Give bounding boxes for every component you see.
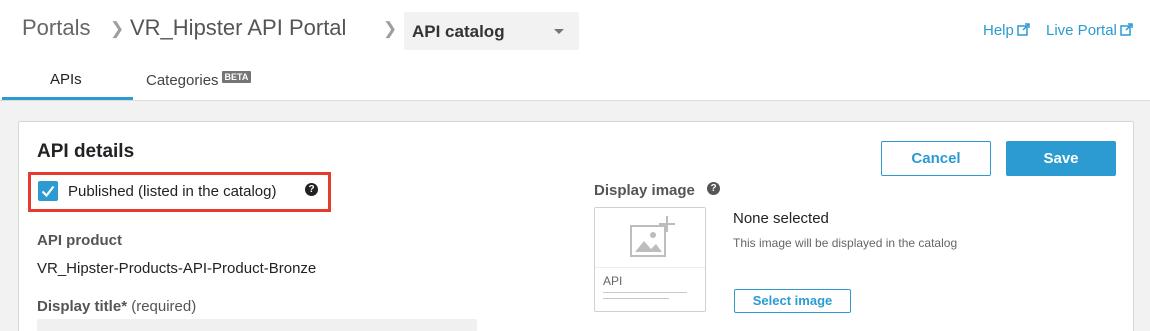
thumbnail-line [603, 292, 687, 293]
card-title: API details [37, 141, 135, 162]
external-link-icon [1120, 23, 1133, 36]
help-link-label: Help [983, 22, 1014, 39]
checkmark-icon [41, 185, 55, 198]
display-title-label: Display title* (required) [37, 298, 196, 315]
breadcrumb-portal-name[interactable]: VR_Hipster API Portal [130, 15, 346, 41]
tab-categories-label: Categories [146, 72, 219, 89]
save-button[interactable]: Save [1006, 141, 1116, 176]
published-label[interactable]: Published (listed in the catalog) [68, 183, 276, 200]
beta-badge: BETA [221, 71, 252, 83]
required-note: (required) [131, 298, 197, 315]
help-icon[interactable]: ? [707, 182, 720, 195]
section-dropdown-value: API catalog [412, 22, 505, 41]
published-checkbox[interactable] [38, 181, 58, 201]
thumbnail-line [603, 298, 669, 299]
api-product-label: API product [37, 232, 122, 249]
caret-down-icon [554, 29, 564, 34]
section-dropdown[interactable]: API catalog [404, 12, 579, 50]
api-product-value: VR_Hipster-Products-API-Product-Bronze [37, 260, 317, 277]
thumbnail-caption: API [603, 274, 623, 288]
api-details-card: API details Cancel Save Published (liste… [18, 121, 1134, 331]
display-title-input[interactable] [37, 319, 477, 331]
tab-apis[interactable]: APIs [50, 71, 82, 88]
thumbnail-image-area [595, 208, 705, 268]
page-header: Portals ❯ VR_Hipster API Portal ❯ API ca… [0, 0, 1150, 62]
image-status: None selected [733, 210, 829, 227]
external-link-icon [1017, 23, 1030, 36]
live-portal-link[interactable]: Live Portal [1046, 22, 1133, 39]
active-tab-indicator [2, 97, 133, 100]
breadcrumb-chevron-icon: ❯ [110, 19, 125, 38]
live-portal-link-label: Live Portal [1046, 22, 1117, 39]
breadcrumb-chevron-icon: ❯ [383, 19, 398, 38]
display-image-label: Display image [594, 182, 695, 199]
display-title-label-text: Display title* [37, 298, 128, 315]
image-hint: This image will be displayed in the cata… [733, 236, 958, 250]
tab-categories[interactable]: Categories BETA [146, 71, 252, 89]
help-link[interactable]: Help [983, 22, 1030, 39]
select-image-button[interactable]: Select image [734, 289, 851, 313]
help-icon[interactable]: ? [305, 183, 318, 196]
tab-bar: APIs Categories BETA [0, 62, 1150, 101]
cancel-button[interactable]: Cancel [881, 141, 991, 176]
breadcrumb-portals[interactable]: Portals [22, 15, 90, 41]
image-thumbnail: API [594, 207, 706, 312]
add-image-icon [630, 216, 675, 257]
